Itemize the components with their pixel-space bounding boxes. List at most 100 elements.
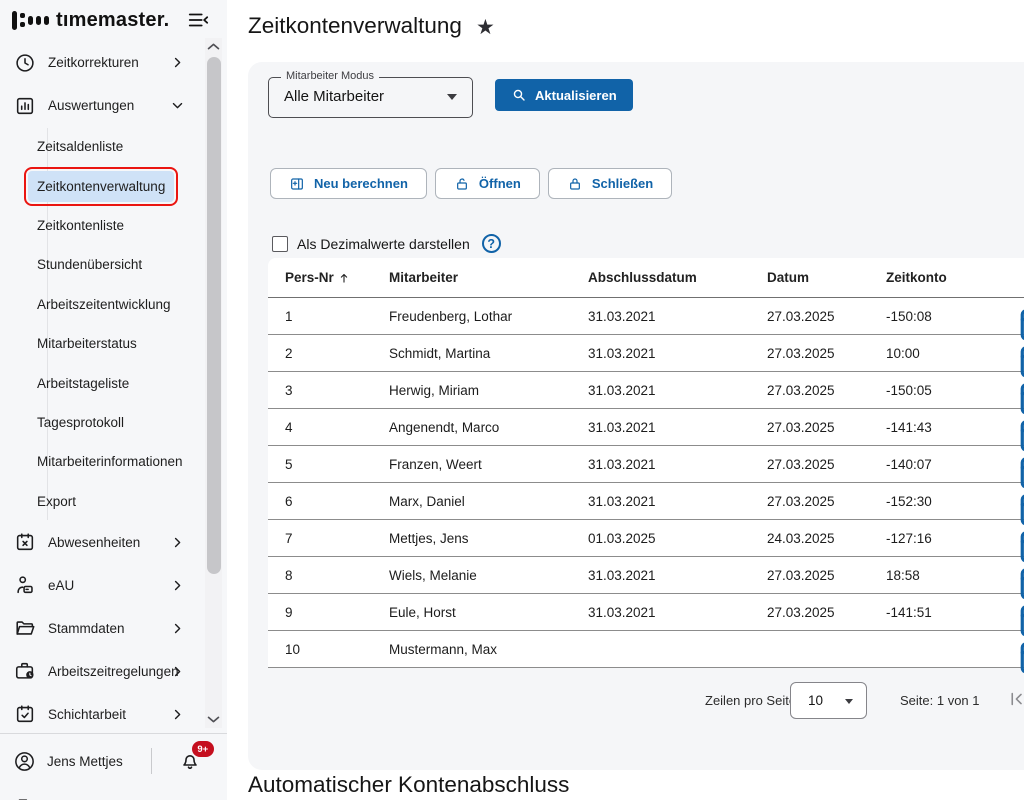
table-cell: 4 bbox=[268, 420, 372, 435]
table-cell: 2 bbox=[268, 346, 372, 361]
column-header-pers-nr[interactable]: Pers-Nr bbox=[268, 270, 372, 285]
user-name: Jens Mettjes bbox=[47, 754, 123, 769]
sidebar-item-label: Schichtarbeit bbox=[48, 707, 183, 722]
timemaster-logo-icon bbox=[12, 11, 49, 30]
calendar-edit-icon[interactable] bbox=[1016, 635, 1024, 678]
first-page-icon[interactable] bbox=[1006, 689, 1024, 709]
sidebar-subitem-mitarbeiterinformationen[interactable]: Mitarbeiterinformationen bbox=[0, 442, 227, 481]
sidebar-item-auswertungen[interactable]: Auswertungen bbox=[0, 84, 227, 127]
footer-divider bbox=[151, 748, 152, 774]
table-cell: 31.03.2021 bbox=[571, 383, 750, 398]
table-row[interactable]: 4Angenendt, Marco31.03.202127.03.2025-14… bbox=[268, 409, 1024, 446]
table-cell: Franzen, Weert bbox=[372, 457, 571, 472]
decimal-checkbox[interactable] bbox=[272, 236, 288, 252]
sidebar-item-label: Zeitkorrekturen bbox=[48, 55, 183, 70]
table-cell: 27.03.2025 bbox=[750, 309, 869, 324]
table-cell: Wiels, Melanie bbox=[372, 568, 571, 583]
calendar-check-icon bbox=[14, 703, 36, 725]
table-row[interactable]: 5Franzen, Weert31.03.202127.03.2025-140:… bbox=[268, 446, 1024, 483]
chevron-right-icon bbox=[169, 577, 186, 594]
sidebar-item-abwesenheiten[interactable]: Abwesenheiten bbox=[0, 521, 227, 564]
sidebar-collapse-icon[interactable] bbox=[186, 9, 210, 31]
scroll-down-icon[interactable] bbox=[205, 711, 222, 728]
table-cell: 27.03.2025 bbox=[750, 420, 869, 435]
table-row[interactable]: 10Mustermann, Max bbox=[268, 631, 1024, 668]
sidebar-subitem-tagesprotokoll[interactable]: Tagesprotokoll bbox=[0, 403, 227, 442]
table-cell: -150:08 bbox=[869, 309, 999, 324]
table-cell: -141:51 bbox=[869, 605, 999, 620]
favorite-star-icon[interactable]: ★ bbox=[476, 15, 495, 40]
user-menu[interactable]: Jens Mettjes 9+ bbox=[0, 740, 227, 782]
table-row[interactable]: 2Schmidt, Martina31.03.202127.03.202510:… bbox=[268, 335, 1024, 372]
sidebar-item-stammdaten[interactable]: Stammdaten bbox=[0, 607, 227, 650]
table-cell: -152:30 bbox=[869, 494, 999, 509]
column-header-actions bbox=[999, 270, 1024, 285]
sidebar-item-eau[interactable]: eAU bbox=[0, 564, 227, 607]
sidebar-subitem-label: Zeitkontenverwaltung bbox=[28, 171, 174, 202]
table-row[interactable]: 1Freudenberg, Lothar31.03.202127.03.2025… bbox=[268, 298, 1024, 335]
column-header-datum[interactable]: Datum bbox=[750, 270, 869, 285]
briefcase-clock-icon bbox=[14, 660, 36, 682]
sidebar: tımemaster. ZeitkorrekturenAuswertungenZ… bbox=[0, 0, 227, 800]
brand-name: tımemaster. bbox=[56, 9, 169, 32]
table-row[interactable]: 9Eule, Horst31.03.202127.03.2025-141:51 bbox=[268, 594, 1024, 631]
scroll-up-icon[interactable] bbox=[205, 38, 222, 55]
sidebar-subitem-arbeitszeitentwicklung[interactable]: Arbeitszeitentwicklung bbox=[0, 285, 227, 324]
calculator-icon bbox=[289, 176, 305, 192]
recalculate-button[interactable]: Neu berechnen bbox=[270, 168, 427, 199]
chevron-right-icon bbox=[169, 620, 186, 637]
sidebar-subitem-zeitsaldenliste[interactable]: Zeitsaldenliste bbox=[0, 127, 227, 166]
table-cell: -127:16 bbox=[869, 531, 999, 546]
table-cell: 6 bbox=[268, 494, 372, 509]
table-header-row: Pers-NrMitarbeiterAbschlussdatumDatumZei… bbox=[268, 258, 1024, 298]
table-actions: Neu berechnen Öffnen Schließen bbox=[270, 168, 672, 199]
table-row[interactable]: 3Herwig, Miriam31.03.202127.03.2025-150:… bbox=[268, 372, 1024, 409]
scrollbar-thumb[interactable] bbox=[207, 57, 221, 574]
sidebar-subitem-arbeitstageliste[interactable]: Arbeitstageliste bbox=[0, 363, 227, 402]
sidebar-subitem-mitarbeiterstatus[interactable]: Mitarbeiterstatus bbox=[0, 324, 227, 363]
notification-badge: 9+ bbox=[192, 741, 214, 757]
table-cell: 31.03.2021 bbox=[571, 568, 750, 583]
table-row[interactable]: 6Marx, Daniel31.03.202127.03.2025-152:30 bbox=[268, 483, 1024, 520]
sidebar-subitem-zeitkontenliste[interactable]: Zeitkontenliste bbox=[0, 206, 227, 245]
chevron-down-icon bbox=[447, 94, 457, 100]
user-avatar-icon bbox=[13, 750, 36, 773]
sidebar-subitem-stundenübersicht[interactable]: Stundenübersicht bbox=[0, 245, 227, 284]
sidebar-item-arbeitszeitregelungen[interactable]: Arbeitszeitregelungen bbox=[0, 650, 227, 693]
column-header-zeitkonto[interactable]: Zeitkonto bbox=[869, 270, 999, 285]
column-header-abschlussdatum[interactable]: Abschlussdatum bbox=[571, 270, 750, 285]
table-cell: 24.03.2025 bbox=[750, 531, 869, 546]
table-cell: 9 bbox=[268, 605, 372, 620]
table-cell: 18:58 bbox=[869, 568, 999, 583]
open-accounts-button[interactable]: Öffnen bbox=[435, 168, 540, 199]
table-cell: Mustermann, Max bbox=[372, 642, 571, 657]
employee-mode-label: Mitarbeiter Modus bbox=[281, 70, 379, 82]
rows-per-page-label: Zeilen pro Seite bbox=[705, 693, 796, 708]
time-accounts-table: Pers-NrMitarbeiterAbschlussdatumDatumZei… bbox=[268, 258, 1024, 668]
table-row[interactable]: 8Wiels, Melanie31.03.202127.03.202518:58 bbox=[268, 557, 1024, 594]
chevron-down-icon bbox=[845, 699, 853, 704]
table-cell: 7 bbox=[268, 531, 372, 546]
close-accounts-button[interactable]: Schließen bbox=[548, 168, 672, 199]
sidebar-subitem-label: Arbeitszeitentwicklung bbox=[28, 289, 180, 320]
refresh-button[interactable]: Aktualisieren bbox=[495, 79, 633, 111]
sidebar-scrollbar[interactable] bbox=[205, 38, 222, 728]
column-header-mitarbeiter[interactable]: Mitarbeiter bbox=[372, 270, 571, 285]
table-cell: -140:07 bbox=[869, 457, 999, 472]
sidebar-subitem-zeitkontenverwaltung[interactable]: Zeitkontenverwaltung bbox=[0, 166, 227, 205]
clock-icon bbox=[14, 52, 36, 74]
table-cell: 31.03.2021 bbox=[571, 494, 750, 509]
table-cell: 1 bbox=[268, 309, 372, 324]
help-icon[interactable]: ? bbox=[482, 234, 501, 253]
sidebar-subitem-export[interactable]: Export bbox=[0, 482, 227, 521]
rows-per-page-select[interactable]: 10 bbox=[790, 682, 867, 719]
table-row[interactable]: 7Mettjes, Jens01.03.202524.03.2025-127:1… bbox=[268, 520, 1024, 557]
sidebar-header: tımemaster. bbox=[0, 0, 227, 40]
sidebar-item-zeitkorrekturen[interactable]: Zeitkorrekturen bbox=[0, 41, 227, 84]
sidebar-item-schichtarbeit[interactable]: Schichtarbeit bbox=[0, 693, 227, 736]
employee-mode-select[interactable]: Mitarbeiter Modus Alle Mitarbeiter bbox=[268, 77, 473, 118]
notifications-bell-icon[interactable]: 9+ bbox=[178, 749, 202, 773]
logout-button[interactable]: Abmelden bbox=[0, 786, 227, 800]
sidebar-item-label: Stammdaten bbox=[48, 621, 183, 636]
table-cell: 27.03.2025 bbox=[750, 494, 869, 509]
